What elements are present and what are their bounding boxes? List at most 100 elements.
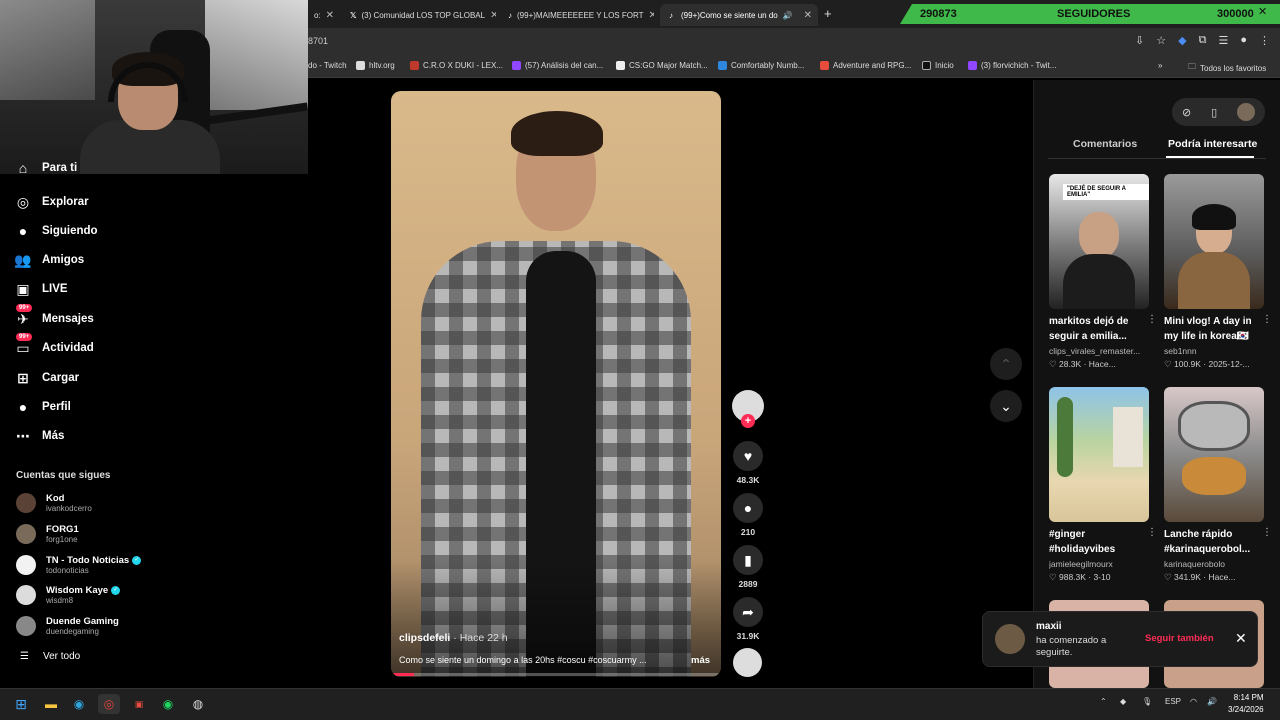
new-tab-icon[interactable]: +: [824, 6, 832, 21]
window-close-icon[interactable]: ✕: [1258, 5, 1267, 18]
see-all-button[interactable]: ☰ Ver todo: [20, 651, 80, 662]
browser-tab[interactable]: 𝕏 (3) Comunidad LOS TOP GLOBAL ✕: [344, 4, 496, 26]
mic-icon[interactable]: 🎙: [1142, 697, 1152, 706]
menu-icon[interactable]: ⋮: [1259, 34, 1270, 47]
card-user[interactable]: seb1nnn: [1164, 346, 1264, 356]
comment-button[interactable]: ● 210: [732, 493, 764, 537]
suggested-video-card[interactable]: #ginger #holidayvibes jamieleegilmourx ♡…: [1049, 387, 1157, 583]
close-tab-icon[interactable]: ✕: [490, 10, 496, 21]
video-thumbnail[interactable]: [1164, 387, 1264, 522]
bookmark[interactable]: (57) Análisis del can...: [512, 61, 603, 70]
profile-icon: ●: [18, 399, 28, 415]
bookmark[interactable]: Adventure and RPG...: [820, 61, 911, 70]
like-button[interactable]: ♥ 48.3K: [732, 441, 764, 485]
edge-icon[interactable]: ◉: [68, 694, 90, 714]
media-icon[interactable]: ☰: [1218, 34, 1228, 47]
star-icon[interactable]: ☆: [1156, 34, 1166, 47]
windows-start-icon[interactable]: ⊞: [10, 694, 32, 714]
obs-icon[interactable]: ◍: [187, 694, 209, 714]
sidebar-item-live[interactable]: ▣ LIVE: [14, 277, 67, 301]
bookmark[interactable]: hltv.org: [356, 61, 395, 70]
card-user[interactable]: clips_virales_remaster...: [1049, 346, 1149, 356]
close-tab-icon[interactable]: ✕: [804, 10, 812, 21]
bookmark[interactable]: Comfortably Numb...: [718, 61, 804, 70]
followed-account[interactable]: Wisdom Kaye ✓ wisdm8: [16, 585, 121, 605]
more-options-icon[interactable]: ⋮: [1147, 314, 1157, 325]
spotify-icon[interactable]: ◉: [157, 694, 179, 714]
sidebar-item-actividad[interactable]: ▭ 99+ Actividad: [14, 333, 94, 360]
sidebar-item-mensajes[interactable]: ✈ 99+ Mensajes: [14, 304, 94, 331]
all-bookmarks[interactable]: 🗀 Todos los favoritos: [1188, 61, 1266, 75]
volume-icon[interactable]: 🔊: [1207, 697, 1217, 706]
language-indicator[interactable]: ESP: [1165, 697, 1181, 706]
url-field[interactable]: 8701: [308, 36, 328, 46]
more-options-icon[interactable]: ⋮: [1262, 314, 1272, 325]
suggested-video-card[interactable]: Mini vlog! A day in my life in korea🇰🇷 s…: [1164, 174, 1272, 370]
bookmark[interactable]: CS:GO Major Match...: [616, 61, 708, 70]
tab-suggested[interactable]: Podría interesarte: [1168, 138, 1257, 150]
sidebar-item-label: Mensajes: [42, 313, 94, 325]
sidebar-item-más[interactable]: ⋯ Más: [14, 424, 64, 448]
tab-comments[interactable]: Comentarios: [1073, 138, 1137, 150]
video-player[interactable]: clipsdefeli · Hace 22 h Como se siente u…: [391, 91, 721, 677]
browser-tab[interactable]: o: ✕: [308, 4, 338, 26]
install-icon[interactable]: ⇩: [1135, 34, 1144, 47]
suggested-video-card[interactable]: "DEJÉ DE SEGUIR A EMILIA" markitos dejó …: [1049, 174, 1157, 370]
profile-avatar[interactable]: [1237, 103, 1256, 121]
toast-username[interactable]: maxii: [1036, 621, 1062, 632]
next-video-button[interactable]: ⌄: [990, 390, 1022, 422]
card-user[interactable]: karinaquerobolo: [1164, 559, 1264, 569]
card-user[interactable]: jamieleegilmourx: [1049, 559, 1149, 569]
obs-app-icon[interactable]: ▣: [128, 694, 150, 714]
close-tab-icon[interactable]: ✕: [649, 10, 655, 21]
sidebar-item-perfil[interactable]: ● Perfil: [14, 395, 71, 419]
sidebar-item-amigos[interactable]: 👥 Amigos: [14, 248, 84, 272]
close-icon[interactable]: ✕: [1235, 630, 1247, 647]
followed-account[interactable]: Duende Gaming duendegaming: [16, 616, 119, 636]
follow-plus-icon[interactable]: +: [741, 414, 755, 428]
chrome-icon[interactable]: ◎: [98, 694, 120, 714]
profile-icon[interactable]: ●: [1240, 34, 1247, 47]
compass-icon[interactable]: ⊘: [1182, 106, 1191, 119]
video-thumbnail[interactable]: "DEJÉ DE SEGUIR A EMILIA": [1049, 174, 1149, 309]
speaker-icon[interactable]: 🔊: [783, 11, 793, 20]
sidebar-item-explorar[interactable]: ◎ Explorar: [14, 190, 89, 214]
suggested-video-card[interactable]: Lanche rápido #karinaquerobol... karinaq…: [1164, 387, 1272, 583]
browser-tab-active[interactable]: ♪ (99+)Como se siente un do 🔊 ✕: [660, 4, 818, 26]
system-clock[interactable]: 8:14 PM 3/24/2026: [1228, 692, 1264, 716]
bookmark[interactable]: (3) florvichich - Twit...: [968, 61, 1056, 70]
followed-account[interactable]: FORG1 forg1one: [16, 524, 79, 544]
puzzle-icon[interactable]: ⧉: [1199, 34, 1207, 47]
steam-icon[interactable]: ◆: [1120, 697, 1126, 706]
bookmark[interactable]: do - Twitch: [308, 61, 347, 70]
more-button[interactable]: más: [691, 655, 710, 666]
chevron-right-icon[interactable]: »: [1158, 61, 1162, 70]
sidebar-item-siguiendo[interactable]: ● Siguiendo: [14, 219, 98, 243]
browser-tab[interactable]: ♪ (99+)MAIMEEEEEEE Y LOS FORT ✕: [502, 4, 654, 26]
sidebar-item-cargar[interactable]: ⊞ Cargar: [14, 366, 79, 390]
previous-video-button[interactable]: ⌃: [990, 348, 1022, 380]
more-options-icon[interactable]: ⋮: [1147, 527, 1157, 538]
avatar[interactable]: [995, 624, 1025, 654]
wifi-icon[interactable]: ◠: [1190, 697, 1197, 706]
followed-account[interactable]: TN - Todo Noticias ✓ todonoticias: [16, 555, 142, 575]
sidebar-item-for-you[interactable]: ⌂ Para ti: [14, 162, 77, 174]
more-options-icon[interactable]: ⋮: [1262, 527, 1272, 538]
verified-icon: ✓: [132, 556, 142, 565]
close-tab-icon[interactable]: ✕: [326, 10, 334, 21]
share-button[interactable]: ➦ 31.9K: [732, 597, 764, 641]
save-button[interactable]: ▮ 2889: [732, 545, 764, 589]
sound-avatar[interactable]: [733, 648, 762, 677]
file-explorer-icon[interactable]: ▬: [40, 694, 62, 714]
followed-account[interactable]: Kod ivankodcerro: [16, 493, 92, 513]
phone-icon[interactable]: ▯: [1211, 106, 1217, 119]
extension-icon[interactable]: ◆: [1178, 34, 1186, 47]
chevron-up-icon[interactable]: ⌃: [1100, 697, 1107, 706]
bookmark[interactable]: C.R.O X DUKI - LEX...: [410, 61, 503, 70]
video-thumbnail[interactable]: [1049, 387, 1149, 522]
bookmark[interactable]: Inicio: [922, 61, 954, 70]
follow-back-button[interactable]: Seguir también: [1145, 633, 1214, 644]
video-author[interactable]: clipsdefeli · Hace 22 h: [399, 632, 508, 644]
video-thumbnail[interactable]: [1164, 174, 1264, 309]
video-progress-bar[interactable]: [391, 673, 721, 676]
